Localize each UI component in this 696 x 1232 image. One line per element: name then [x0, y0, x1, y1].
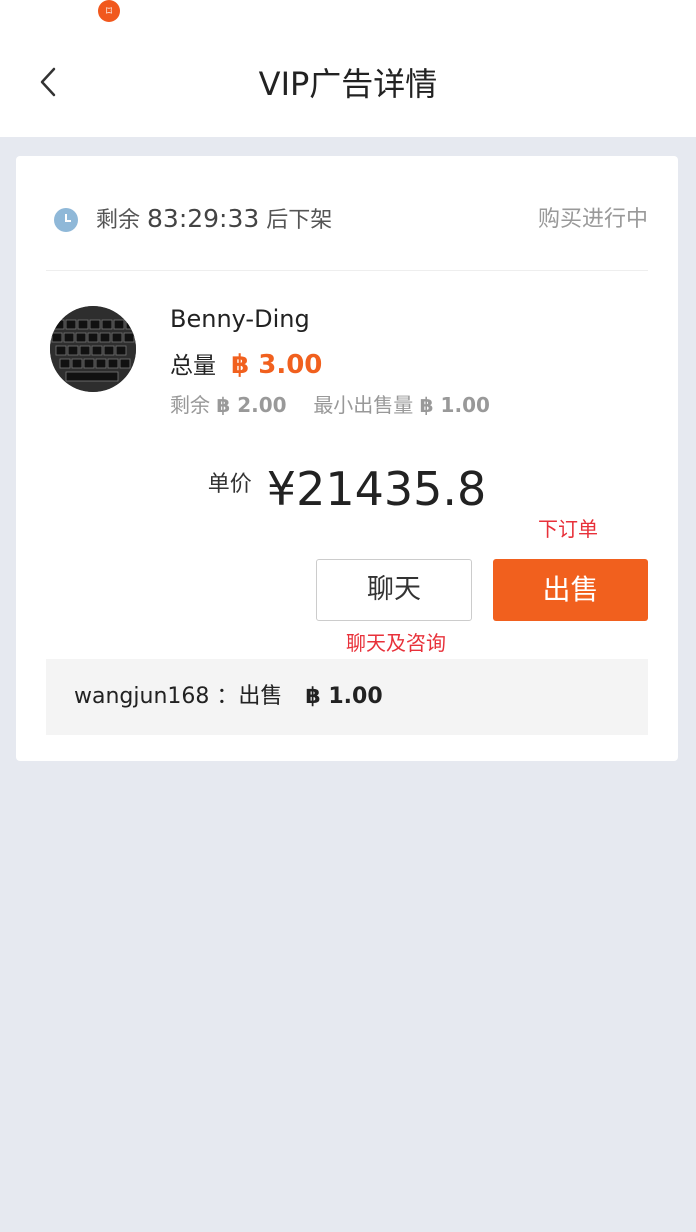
min-sell-label: 最小出售量 — [313, 393, 414, 417]
countdown-timer: 剩余 83:29:33 后下架 — [96, 202, 332, 238]
unit-price-value: ¥21435.8 — [266, 462, 487, 516]
status-bar: ⌑ — [0, 0, 696, 40]
page-title: VIP广告详情 — [258, 65, 438, 103]
order-annotation: 下订单 — [538, 517, 598, 541]
remaining-value: ฿ 2.00 — [216, 393, 287, 417]
divider — [46, 270, 648, 271]
chat-button[interactable]: 聊天 — [316, 559, 472, 621]
unit-price-label: 单价 — [207, 472, 252, 497]
total-label: 总量 — [170, 353, 216, 379]
total-value: ฿ 3.00 — [231, 350, 323, 380]
purchase-status: 购买进行中 — [537, 207, 648, 232]
avatar[interactable] — [50, 306, 136, 392]
history-user: wangjun168 — [74, 684, 210, 709]
timer-suffix: 后下架 — [266, 208, 333, 233]
remaining-label: 剩余 — [170, 393, 210, 417]
clock-icon — [54, 208, 78, 232]
min-sell-value: ฿ 1.00 — [419, 393, 490, 417]
timer-prefix: 剩余 — [96, 208, 141, 233]
app-badge-icon: ⌑ — [98, 0, 120, 22]
unit-price-row: 单价 ¥21435.8 — [16, 462, 678, 516]
chat-annotation: 聊天及咨询 — [346, 631, 446, 655]
history-action: ：出售 — [216, 684, 283, 709]
timer-time: 83:29:33 — [147, 204, 260, 233]
ad-detail-card: 剩余 83:29:33 后下架 购买进行中 Benny-Ding 总量 ฿ 3.… — [16, 156, 678, 761]
keyboard-image — [50, 306, 136, 392]
sell-button[interactable]: 出售 — [493, 559, 648, 621]
seller-name: Benny-Ding — [170, 305, 310, 333]
history-amount: ฿ 1.00 — [305, 684, 383, 709]
trade-history: wangjun168 ：出售 ฿ 1.00 — [46, 659, 648, 735]
total-amount-row: 总量 ฿ 3.00 — [170, 348, 322, 385]
remaining-row: 剩余 ฿ 2.00 最小出售量 ฿ 1.00 — [170, 390, 490, 420]
nav-bar: VIP广告详情 — [0, 40, 696, 137]
history-item: wangjun168 ：出售 ฿ 1.00 — [74, 681, 383, 713]
